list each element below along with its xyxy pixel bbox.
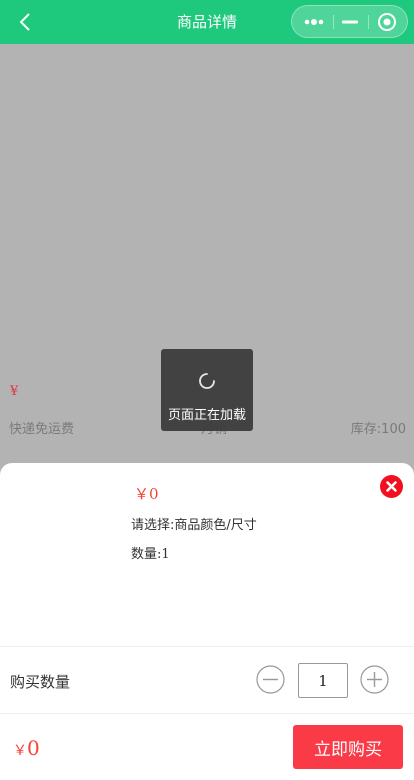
capsule-menu [291,5,408,38]
buy-now-button[interactable]: 立即购买 [293,725,403,769]
divider [0,646,414,647]
product-price-symbol: ¥ [10,384,19,399]
shipping-info: 快递免运费 [9,422,75,437]
total-price: ￥0 [13,736,40,760]
loading-spinner-icon [197,371,217,391]
plus-circle-icon[interactable] [360,665,389,694]
total-currency-symbol: ￥ [13,743,27,759]
minus-circle-icon[interactable] [256,665,285,694]
buy-quantity-label: 购买数量 [10,673,71,691]
close-circle-icon[interactable] [380,475,403,498]
divider [0,713,414,714]
loading-toast: 页面正在加载 [161,349,253,431]
sku-bottom-sheet: ￥0 请选择:商品颜色/尺寸 数量:1 购买数量 ￥0 立即购买 [0,463,414,780]
close-circle-icon[interactable] [372,6,402,37]
capsule-divider [368,15,369,29]
sku-quantity-text: 数量:1 [131,547,170,562]
stock-info: 库存:100 [350,422,406,437]
sku-select-prompt: 请选择:商品颜色/尺寸 [131,518,257,533]
toast-text: 页面正在加载 [167,408,246,423]
quantity-input[interactable] [298,663,348,698]
minimize-icon[interactable] [336,6,364,37]
sku-price: ￥0 [134,485,159,503]
chevron-left-icon[interactable] [14,10,40,34]
navigation-bar: 商品详情 [0,0,414,44]
more-dots-icon[interactable] [298,6,330,37]
total-amount: 0 [27,736,40,760]
capsule-divider [333,15,334,29]
